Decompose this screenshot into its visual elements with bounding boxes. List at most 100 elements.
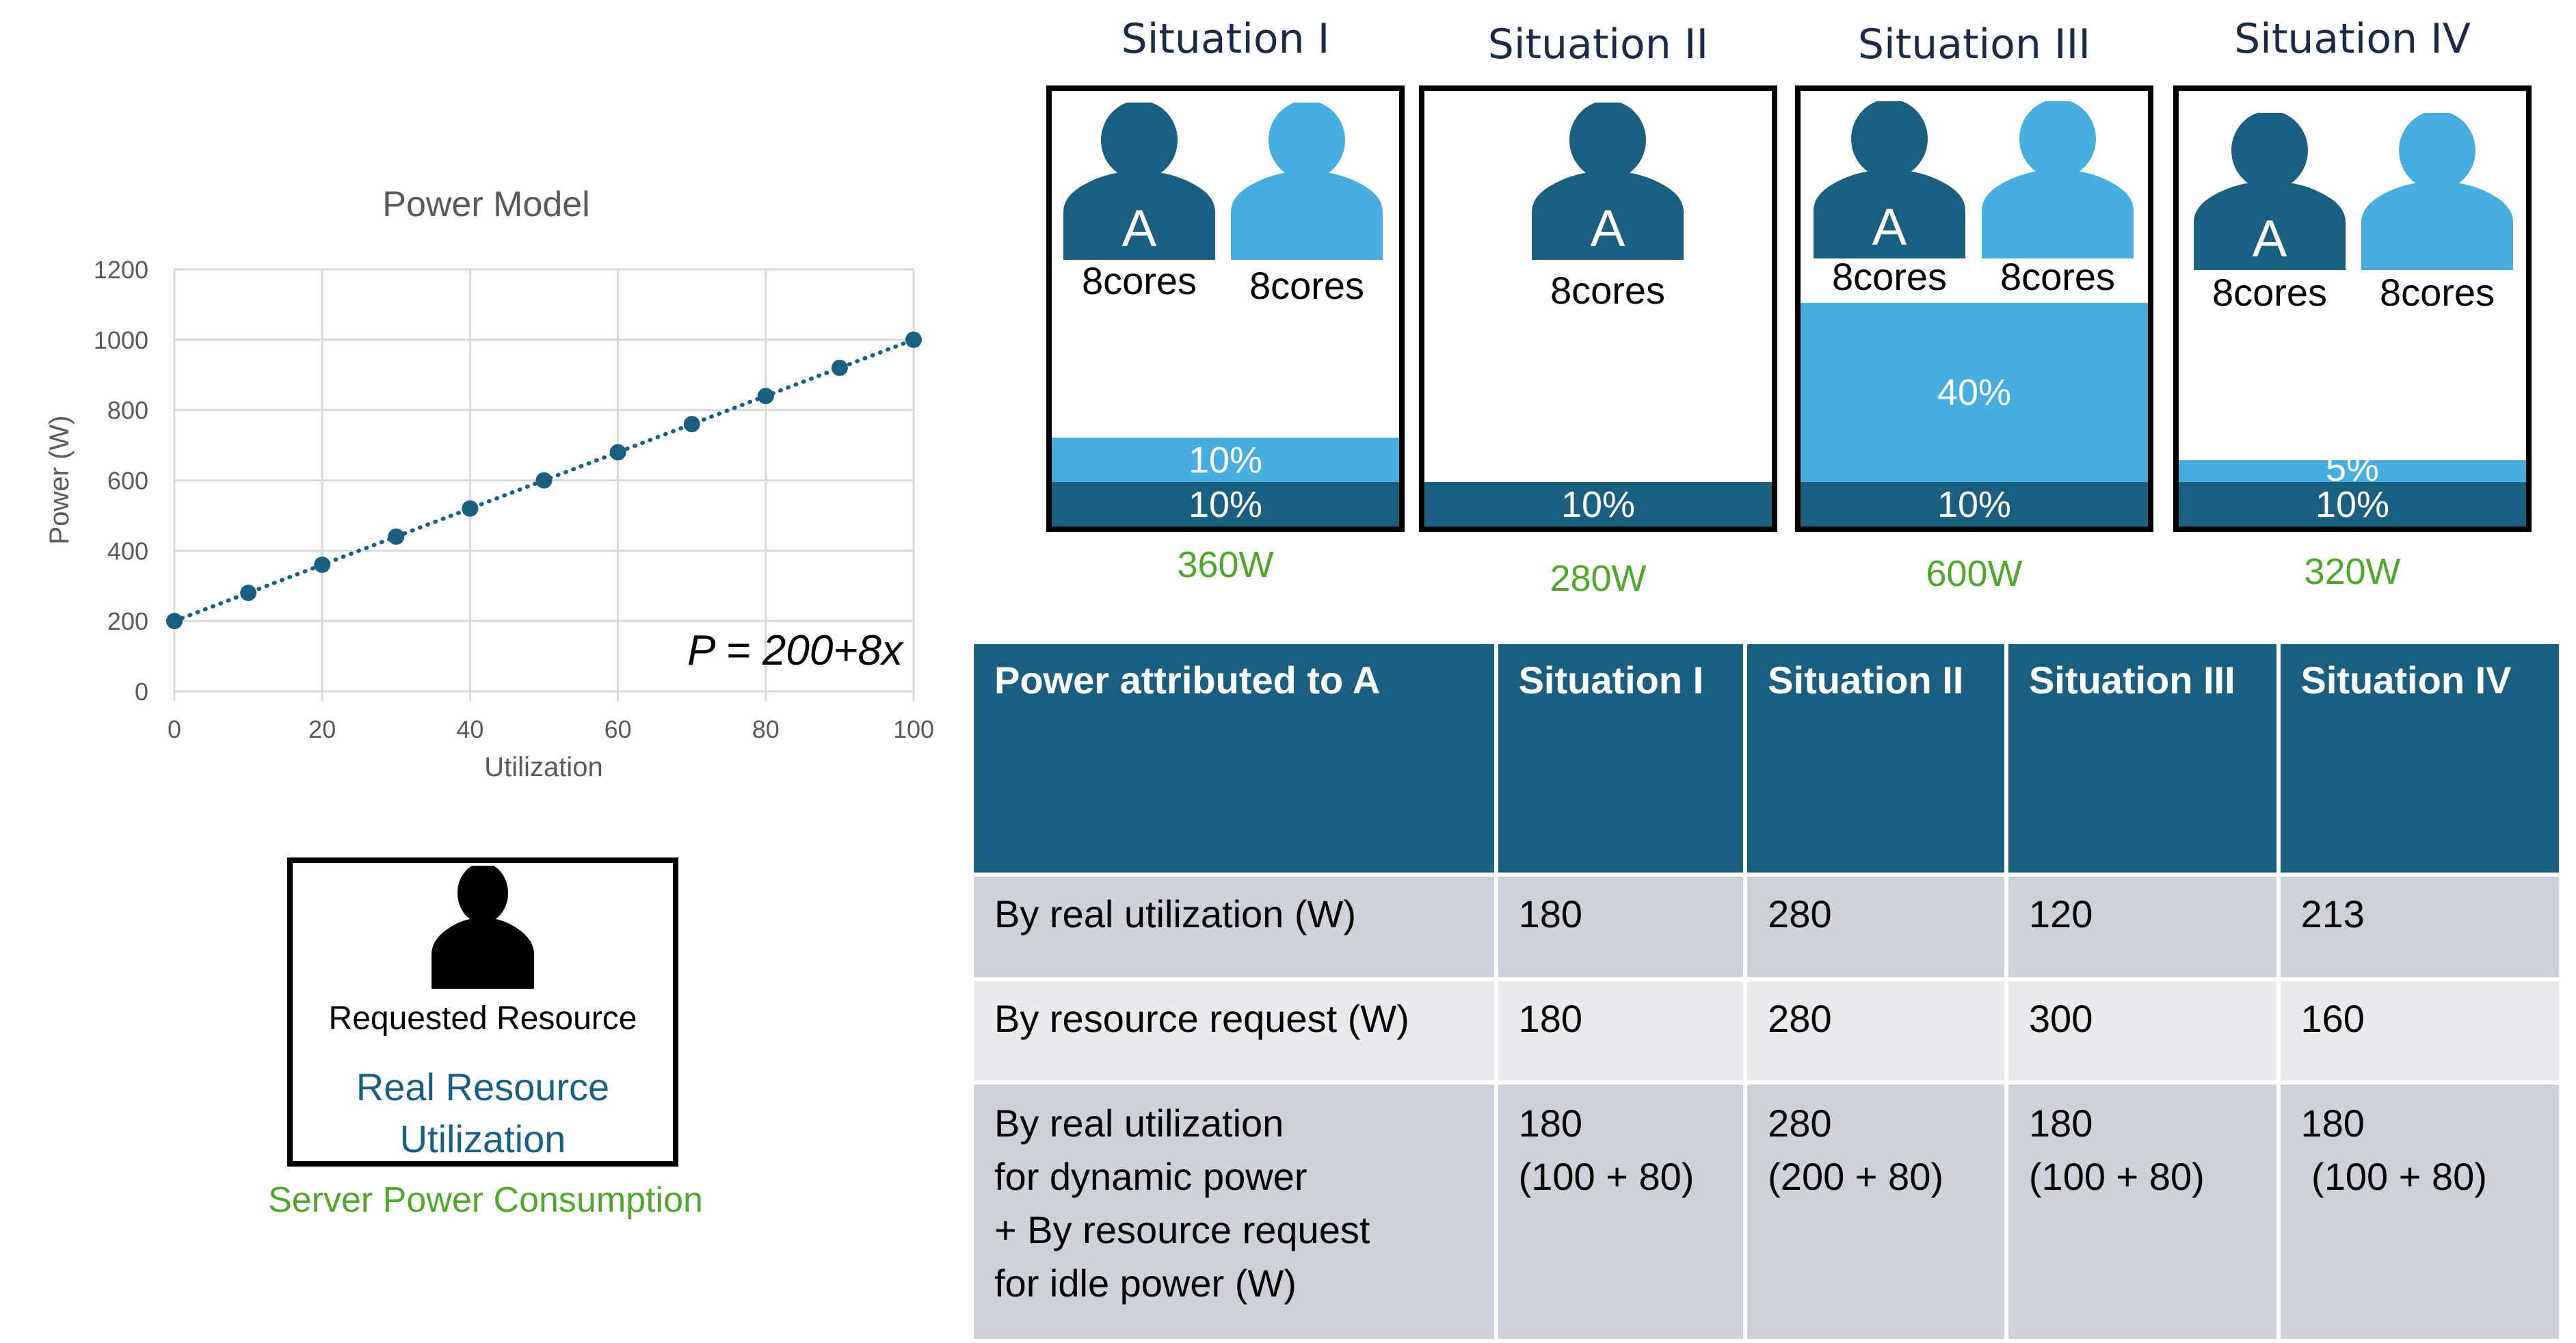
user-a-icon: A	[1063, 103, 1215, 260]
user-label: A	[1591, 200, 1625, 258]
utilization-bar-other-user: 10%	[1052, 438, 1399, 482]
cell-value: 120	[2028, 892, 2093, 935]
data-point	[388, 528, 405, 545]
cell-value: 180	[2300, 1102, 2365, 1145]
row-label: By resource request (W)	[974, 981, 1494, 1080]
y-tick-label: 1200	[94, 256, 148, 284]
table-cell: 280 (200 + 80)	[1747, 1085, 2004, 1339]
table-cell: 160	[2280, 981, 2559, 1080]
data-point	[683, 416, 700, 433]
server-power-value: 280W	[1550, 558, 1647, 599]
table-cell: 180 (100 + 80)	[2280, 1085, 2559, 1339]
legend-box: Requested Resource Real Resource Utiliza…	[287, 857, 678, 1167]
row-label-line: for idle power (W)	[994, 1262, 1297, 1305]
situation-title: Situation IV	[2234, 15, 2471, 63]
cores-label: 8cores	[2379, 271, 2495, 314]
power-attribution-table: Power attributed to A Situation I Situat…	[970, 640, 2563, 1343]
cell-value: 280	[1768, 997, 1832, 1040]
row-label-line: By resource request (W)	[994, 997, 1409, 1040]
other-user-icon	[2361, 113, 2513, 270]
data-point	[535, 472, 553, 489]
header-situation-2: Situation II	[1747, 644, 2004, 873]
header-situation-4: Situation IV	[2280, 644, 2559, 873]
utilization-bar-user-a: 10%	[1052, 482, 1399, 527]
table-row: By real utilization for dynamic power + By…	[974, 1085, 2559, 1339]
server-power-value: 360W	[1177, 544, 1274, 585]
data-point	[314, 556, 331, 573]
row-label-line: By real utilization	[994, 1102, 1284, 1145]
row-label-line: for dynamic power	[994, 1155, 1307, 1198]
row-label: By real utilization for dynamic power + By…	[974, 1085, 1494, 1339]
x-tick-label: 100	[893, 715, 934, 743]
utilization-bar-user-a: 10%	[1801, 482, 2148, 527]
cores-label: 8cores	[1831, 255, 1948, 298]
header-metric: Power attributed to A	[974, 644, 1494, 873]
situation-title: Situation II	[1487, 21, 1709, 68]
cell-value: (200 + 80)	[1768, 1155, 1943, 1198]
data-point	[462, 500, 479, 517]
data-point	[166, 613, 183, 630]
row-label: By real utilization (W)	[974, 877, 1494, 977]
x-tick-label: 60	[605, 715, 632, 743]
legend-real-line2: Utilization	[399, 1117, 566, 1160]
data-point	[831, 359, 848, 376]
user-a-icon: A	[1814, 101, 1965, 258]
y-tick-label: 400	[107, 537, 148, 565]
utilization-bar-other-user: 5%	[2179, 450, 2526, 487]
header-situation-1: Situation I	[1498, 644, 1744, 873]
chart-title: Power Model	[382, 185, 589, 224]
person-icon	[431, 866, 534, 989]
cores-label: 8cores	[1081, 259, 1197, 302]
server-power-value: 320W	[2304, 551, 2401, 592]
data-point	[240, 585, 257, 602]
table-cell: 120	[2008, 877, 2276, 977]
cell-value: 180	[1518, 997, 1582, 1040]
cores-label: 8cores	[2000, 255, 2116, 298]
cell-value: 180	[1518, 1102, 1582, 1145]
table-cell: 300	[2008, 981, 2276, 1080]
table-row: By real utilization (W) 180 280 120 213	[974, 877, 2559, 977]
y-axis-label: Power (W)	[44, 416, 75, 545]
x-tick-label: 40	[456, 715, 483, 743]
x-axis-label: Utilization	[484, 752, 602, 782]
server-power-value: 600W	[1926, 553, 2023, 594]
cell-value: 180	[2028, 1102, 2093, 1145]
y-tick-label: 0	[135, 678, 148, 706]
row-label-line: + By resource request	[994, 1208, 1370, 1251]
x-tick-label: 20	[308, 715, 336, 743]
x-tick-label: 0	[168, 715, 181, 743]
power-model-chart: Power Model 0 200 400 600 800 1000 1200 0 20 40 60…	[44, 185, 934, 782]
user-label: A	[1122, 200, 1157, 258]
header-situation-3: Situation III	[2008, 644, 2276, 873]
cores-label: 8cores	[1249, 264, 1365, 307]
cell-value: 160	[2300, 997, 2365, 1040]
other-user-icon	[1982, 101, 2134, 258]
other-user-icon	[1231, 103, 1383, 260]
table-row: By resource request (W) 180 280 300 160	[974, 981, 2559, 1080]
cell-value: 300	[2028, 997, 2093, 1040]
table-cell: 280	[1747, 877, 2004, 977]
cell-value: 180	[1518, 892, 1582, 935]
y-tick-label: 600	[107, 467, 148, 495]
user-label: A	[2253, 210, 2287, 268]
y-tick-label: 800	[107, 397, 148, 425]
legend-real-line1: Real Resource	[356, 1065, 610, 1108]
x-tick-label: 80	[752, 715, 780, 743]
table-cell: 213	[2280, 877, 2559, 977]
utilization-bar-user-a: 10%	[1424, 482, 1772, 527]
table-cell: 180	[1498, 877, 1744, 977]
y-tick-label: 200	[107, 607, 148, 635]
situation-title: Situation III	[1857, 21, 2091, 68]
cell-value: 280	[1768, 892, 1832, 935]
table-cell: 180 (100 + 80)	[2008, 1085, 2276, 1339]
data-point	[905, 331, 922, 348]
y-tick-label: 1000	[94, 326, 148, 354]
user-a-icon: A	[2194, 113, 2346, 270]
cell-value: 280	[1768, 1102, 1832, 1145]
cell-value: (100 + 80)	[2300, 1155, 2487, 1198]
data-point	[757, 388, 774, 405]
power-equation: P = 200+8x	[687, 627, 904, 674]
legend-real-utilization: Real Resource Utilization	[293, 1061, 673, 1165]
table-cell: 280	[1747, 981, 2004, 1080]
cell-value: (100 + 80)	[1518, 1155, 1695, 1198]
